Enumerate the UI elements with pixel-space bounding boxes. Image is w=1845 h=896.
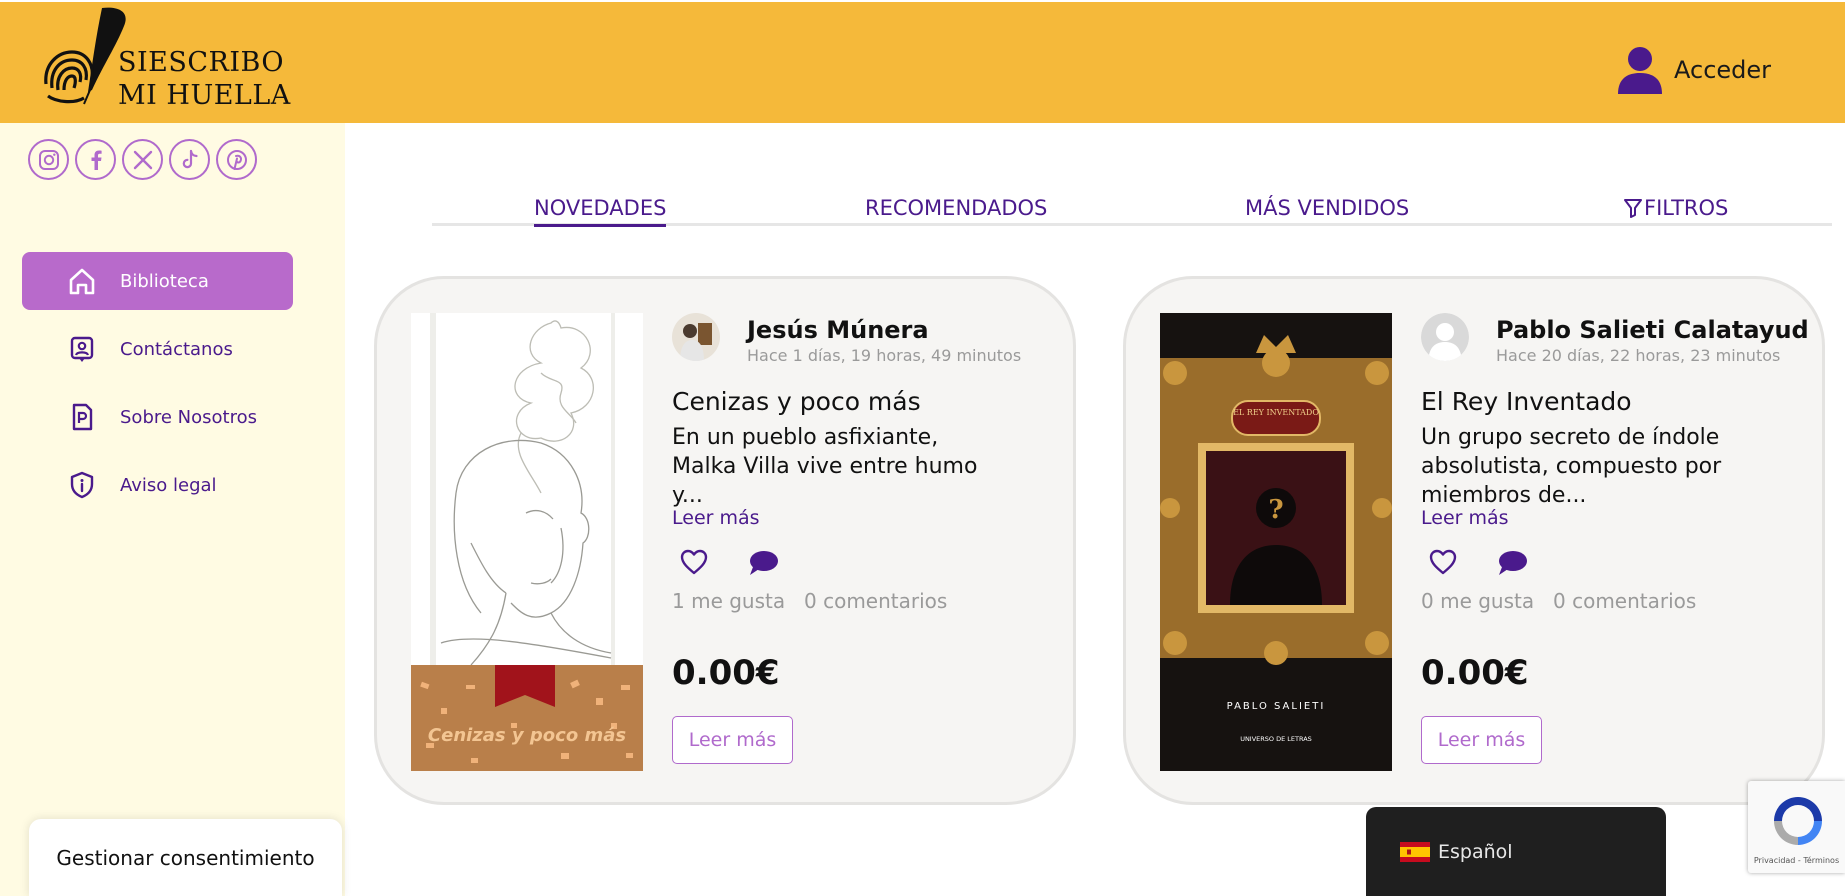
brand-line-2: MI HUELLA [118, 80, 291, 111]
book-tabs: NOVEDADES RECOMENDADOS MÁS VENDIDOS FILT… [432, 190, 1832, 227]
document-icon [66, 401, 98, 433]
read-more-link[interactable]: Leer más [672, 507, 760, 529]
tab-filtros-label: FILTROS [1644, 196, 1729, 220]
facebook-icon[interactable] [75, 139, 116, 180]
site-header: SIESCRIBO MI HUELLA Acceder [0, 0, 1845, 123]
recaptcha-links[interactable]: Privacidad - Términos [1748, 856, 1845, 865]
comments-count: 0 comentarios [804, 589, 948, 613]
post-time: Hace 20 días, 22 horas, 23 minutos [1496, 346, 1781, 365]
book-description: Un grupo secreto de índole absolutista, … [1421, 425, 1722, 508]
heart-icon[interactable] [1429, 549, 1457, 579]
cover-illustration: ? EL REY INVENTADO PABLO SALIETI UNIVERS… [1160, 313, 1392, 771]
sidebar-nav: Biblioteca Contáctanos Sobre Nosotros Av… [22, 252, 293, 524]
tab-novedades[interactable]: NOVEDADES [534, 196, 667, 227]
book-card: ? EL REY INVENTADO PABLO SALIETI UNIVERS… [1123, 276, 1825, 805]
brand-line-1: SIESCRIBO [118, 47, 284, 78]
sidebar: Biblioteca Contáctanos Sobre Nosotros Av… [0, 123, 345, 896]
cover-illustration: Cenizas y poco más [411, 313, 643, 771]
cover-publisher-text: UNIVERSO DE LETRAS [1240, 735, 1312, 743]
instagram-icon[interactable] [28, 139, 69, 180]
book-description: En un pueblo asfixiante, Malka Villa viv… [672, 425, 978, 508]
cover-title-text: Cenizas y poco más [428, 725, 626, 746]
tab-filtros[interactable]: FILTROS [1624, 196, 1728, 224]
book-cover[interactable]: ? EL REY INVENTADO PABLO SALIETI UNIVERS… [1160, 313, 1392, 771]
author-name[interactable]: Pablo Salieti Calatayud [1496, 316, 1809, 344]
sidebar-item-label: Contáctanos [120, 338, 233, 360]
login-label: Acceder [1674, 56, 1772, 84]
read-more-link[interactable]: Leer más [1421, 507, 1509, 529]
comment-icon[interactable] [1498, 550, 1528, 580]
login-button[interactable]: Acceder [1618, 46, 1771, 94]
brand-name: SIESCRIBO MI HUELLA [118, 46, 291, 112]
sidebar-item-sobre-nosotros[interactable]: Sobre Nosotros [22, 388, 293, 446]
social-links [28, 139, 257, 180]
home-icon [66, 265, 98, 297]
pinterest-icon[interactable] [216, 139, 257, 180]
cover-author-text: PABLO SALIETI [1227, 701, 1326, 712]
svg-text:?: ? [1268, 495, 1283, 525]
comment-icon[interactable] [749, 550, 779, 580]
book-price: 0.00€ [1421, 653, 1529, 693]
manage-consent-button[interactable]: Gestionar consentimiento [29, 819, 342, 896]
recaptcha-badge[interactable]: Privacidad - Términos [1748, 781, 1845, 873]
contact-icon [66, 333, 98, 365]
filter-icon [1624, 199, 1642, 218]
avatar[interactable] [1421, 313, 1469, 361]
consent-label: Gestionar consentimiento [56, 845, 315, 870]
comments-count: 0 comentarios [1553, 589, 1697, 613]
book-price: 0.00€ [672, 653, 780, 693]
tab-mas-vendidos[interactable]: MÁS VENDIDOS [1245, 196, 1409, 224]
sidebar-item-biblioteca[interactable]: Biblioteca [22, 252, 293, 310]
avatar[interactable] [672, 313, 720, 361]
likes-count: 1 me gusta [672, 589, 786, 613]
sidebar-item-label: Aviso legal [120, 474, 217, 496]
cover-title-text: EL REY INVENTADO [1233, 408, 1319, 417]
spain-flag-icon [1400, 841, 1430, 862]
recaptcha-icon [1774, 797, 1822, 845]
sidebar-item-contactanos[interactable]: Contáctanos [22, 320, 293, 378]
book-title[interactable]: El Rey Inventado [1421, 387, 1632, 416]
likes-count: 0 me gusta [1421, 589, 1535, 613]
language-selector[interactable]: Español [1366, 807, 1666, 896]
tab-recomendados[interactable]: RECOMENDADOS [865, 196, 1047, 224]
book-title[interactable]: Cenizas y poco más [672, 387, 921, 416]
sidebar-item-label: Sobre Nosotros [120, 406, 257, 428]
shield-icon [66, 469, 98, 501]
sidebar-item-aviso-legal[interactable]: Aviso legal [22, 456, 293, 514]
author-name[interactable]: Jesús Múnera [747, 316, 929, 344]
heart-icon[interactable] [680, 549, 708, 579]
language-label: Español [1438, 840, 1513, 863]
read-button[interactable]: Leer más [672, 716, 793, 764]
tiktok-icon[interactable] [169, 139, 210, 180]
post-time: Hace 1 días, 19 horas, 49 minutos [747, 346, 1022, 365]
book-cover[interactable]: Cenizas y poco más [411, 313, 643, 771]
site-logo[interactable]: SIESCRIBO MI HUELLA [44, 6, 304, 112]
book-card: Cenizas y poco más Jesús Múnera Hace 1 d… [374, 276, 1076, 805]
x-icon[interactable] [122, 139, 163, 180]
user-icon [1618, 47, 1662, 94]
read-button[interactable]: Leer más [1421, 716, 1542, 764]
sidebar-item-label: Biblioteca [120, 270, 209, 292]
